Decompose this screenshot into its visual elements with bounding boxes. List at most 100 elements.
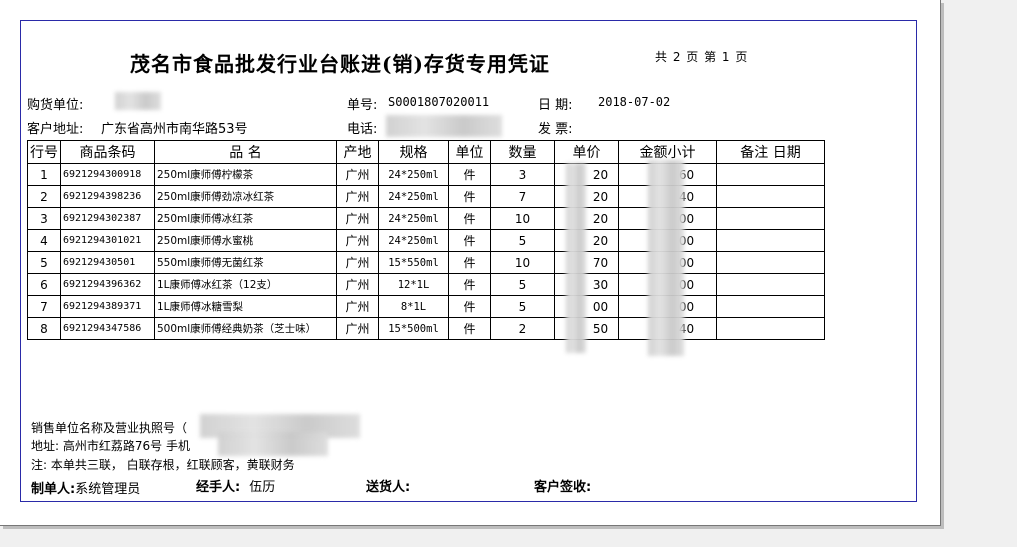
cell-name: 250ml康师傅劲凉冰红茶 (154, 185, 337, 208)
cell-unit: 件 (448, 229, 491, 252)
table-row: 8 6921294347586 500ml康师傅经典奶茶（芝士味） 广州 15*… (27, 317, 825, 340)
cell-name: 1L康师傅冰红茶（12支） (154, 273, 337, 296)
cell-remark (716, 317, 825, 340)
cell-origin: 广州 (336, 273, 379, 296)
deliverer-label: 送货人: (366, 480, 411, 495)
table-row: 3 6921294302387 250ml康师傅冰红茶 广州 24*250ml … (27, 207, 825, 230)
cell-unit: 件 (448, 163, 491, 186)
phone-label: 电话: (347, 122, 378, 137)
cell-origin: 广州 (336, 185, 379, 208)
cell-price: 50 (554, 317, 619, 340)
page-info: 共 2 页 第 1 页 (655, 50, 749, 64)
cell-code: 6921294347586 (60, 317, 155, 340)
table-row: 6 6921294396362 1L康师傅冰红茶（12支） 广州 12*1L 件… (27, 273, 825, 296)
document-page: 茂名市食品批发行业台账进(销)存货专用凭证 共 2 页 第 1 页 购货单位: … (0, 0, 941, 526)
cell-name: 250ml康师傅柠檬茶 (154, 163, 337, 186)
cell-name: 500ml康师傅经典奶茶（芝士味） (154, 317, 337, 340)
cell-no: 5 (27, 251, 61, 274)
order-no-value: S0001807020011 (388, 95, 490, 109)
maker-field: 制单人:系统管理员 (31, 478, 140, 497)
cell-qty: 3 (490, 163, 555, 186)
cell-remark (716, 207, 825, 230)
cell-unit: 件 (448, 317, 491, 340)
cell-code: 6921294301021 (60, 229, 155, 252)
cell-origin: 广州 (336, 163, 379, 186)
cell-remark (716, 295, 825, 318)
address-label: 客户地址: (27, 122, 84, 137)
cell-code: 692129430501 (60, 251, 155, 274)
cell-price: 70 (554, 251, 619, 274)
cell-price: 20 (554, 163, 619, 186)
table-row: 2 6921294398236 250ml康师傅劲凉冰红茶 广州 24*250m… (27, 185, 825, 208)
cell-code: 6921294398236 (60, 185, 155, 208)
cell-code: 6921294302387 (60, 207, 155, 230)
col-header-price: 单价 (554, 140, 619, 164)
cell-no: 2 (27, 185, 61, 208)
table-header-row: 行号 商品条码 品 名 产地 规格 单位 数量 单价 金额小计 备注 日期 (27, 140, 825, 164)
cell-remark (716, 273, 825, 296)
cell-origin: 广州 (336, 207, 379, 230)
col-header-name: 品 名 (154, 140, 337, 164)
cell-remark (716, 185, 825, 208)
seller-address: 地址: 高州市红荔路76号 手机 (31, 439, 190, 453)
handler-value: 伍历 (249, 480, 276, 495)
handler-label: 经手人: (196, 480, 241, 495)
cell-origin: 广州 (336, 317, 379, 340)
cell-price: 00 (554, 295, 619, 318)
cell-origin: 广州 (336, 251, 379, 274)
cell-no: 6 (27, 273, 61, 296)
cell-qty: 10 (490, 207, 555, 230)
cell-no: 7 (27, 295, 61, 318)
cell-spec: 8*1L (378, 295, 449, 318)
cell-qty: 5 (490, 273, 555, 296)
cell-qty: 2 (490, 317, 555, 340)
order-no-label: 单号: (347, 98, 378, 113)
cell-unit: 件 (448, 295, 491, 318)
customer-sign-label: 客户签收: (534, 480, 592, 495)
col-header-qty: 数量 (490, 140, 555, 164)
mobile-redacted (218, 432, 328, 456)
table-row: 4 6921294301021 250ml康师傅水蜜桃 广州 24*250ml … (27, 229, 825, 252)
date-value: 2018-07-02 (598, 95, 671, 109)
cell-no: 8 (27, 317, 61, 340)
col-header-spec: 规格 (378, 140, 449, 164)
cell-remark (716, 251, 825, 274)
cell-unit: 件 (448, 273, 491, 296)
maker-value: 系统管理员 (75, 482, 141, 497)
cell-qty: 10 (490, 251, 555, 274)
cell-unit: 件 (448, 251, 491, 274)
phone-redacted (386, 115, 502, 137)
col-header-origin: 产地 (336, 140, 379, 164)
address-value: 广东省高州市南华路53号 (101, 122, 248, 137)
cell-spec: 24*250ml (378, 185, 449, 208)
cell-price: 20 (554, 207, 619, 230)
price-redacted (566, 163, 586, 353)
handler-field: 经手人: 伍历 (196, 476, 275, 495)
cell-qty: 5 (490, 229, 555, 252)
col-header-remark-date: 备注 日期 (716, 140, 825, 164)
items-table: 行号 商品条码 品 名 产地 规格 单位 数量 单价 金额小计 备注 日期 1 … (27, 140, 825, 340)
cell-name: 550ml康师傅无菌红茶 (154, 251, 337, 274)
cell-qty: 7 (490, 185, 555, 208)
copies-note: 注: 本单共三联， 白联存根，红联顾客，黄联财务 (31, 458, 295, 472)
cell-spec: 24*250ml (378, 207, 449, 230)
cell-spec: 24*250ml (378, 229, 449, 252)
cell-code: 6921294396362 (60, 273, 155, 296)
table-row: 7 6921294389371 1L康师傅冰糖雪梨 广州 8*1L 件 5 00… (27, 295, 825, 318)
cell-unit: 件 (448, 207, 491, 230)
cell-price: 20 (554, 185, 619, 208)
col-header-no: 行号 (27, 140, 61, 164)
buyer-redacted (115, 92, 161, 110)
cell-spec: 12*1L (378, 273, 449, 296)
cell-spec: 15*500ml (378, 317, 449, 340)
amount-redacted (648, 160, 684, 356)
cell-code: 6921294389371 (60, 295, 155, 318)
cell-remark (716, 163, 825, 186)
cell-name: 250ml康师傅水蜜桃 (154, 229, 337, 252)
cell-no: 1 (27, 163, 61, 186)
document-title: 茂名市食品批发行业台账进(销)存货专用凭证 (130, 52, 550, 76)
cell-price: 30 (554, 273, 619, 296)
cell-unit: 件 (448, 185, 491, 208)
cell-price: 20 (554, 229, 619, 252)
table-row: 1 6921294300918 250ml康师傅柠檬茶 广州 24*250ml … (27, 163, 825, 186)
